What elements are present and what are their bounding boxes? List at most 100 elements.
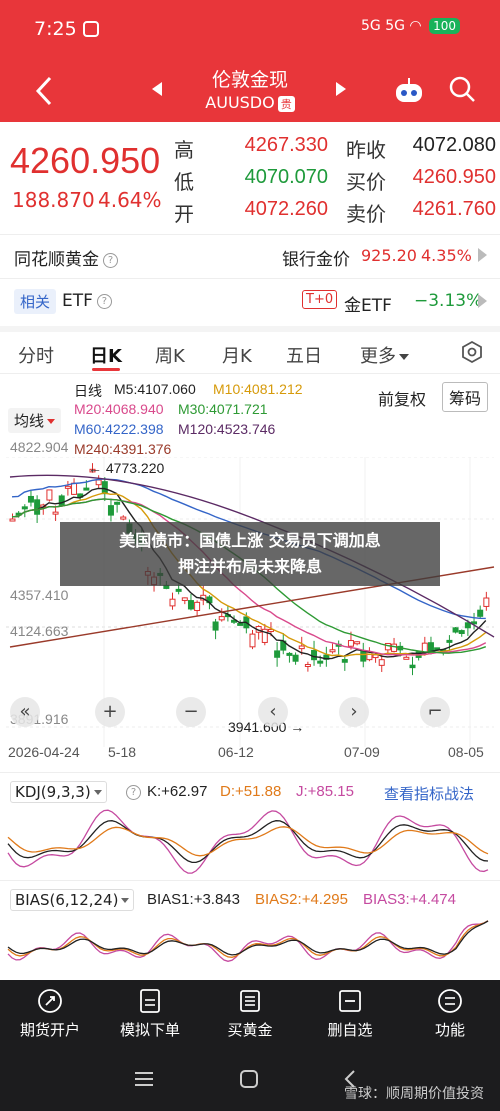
status-bar: 7:25 5G 5G ◠ 100 [0, 0, 500, 60]
tab-intraday[interactable]: 分时 [18, 342, 54, 368]
info-icon[interactable]: ? [103, 252, 118, 268]
price-change-pct: 4.64% [98, 188, 162, 212]
nav-buy-gold[interactable]: 买黄金 [200, 988, 300, 1040]
legend-ma120: M120:4523.746 [178, 421, 276, 437]
candle [181, 597, 188, 601]
candle [71, 482, 78, 495]
bank-gold-pct: 4.35% [421, 246, 472, 265]
zoom-in-icon[interactable]: + [95, 697, 125, 727]
candle [452, 627, 459, 633]
precious-tag: 贵 [277, 95, 295, 112]
nav-remove-watchlist[interactable]: 删自选 [300, 988, 400, 1040]
active-tab-indicator [92, 368, 120, 371]
kdj-plot [7, 809, 489, 874]
candle [83, 487, 90, 491]
signal-icon: 5G 5G [361, 18, 405, 34]
y-tick: 4822.904 [10, 439, 69, 455]
nav-futures-account[interactable]: 期货开户 [0, 988, 100, 1040]
etf-label: ETF? [62, 291, 112, 311]
kdj-k: K:+62.97 [147, 783, 208, 800]
bias-line [7, 920, 489, 962]
nav-functions[interactable]: 功能 [400, 988, 500, 1040]
settings-hex-icon[interactable] [460, 340, 484, 364]
prev-icon[interactable]: ‹ [258, 697, 288, 727]
zoom-out-icon[interactable]: − [176, 697, 206, 727]
chevron-down-icon [47, 419, 56, 424]
candle [175, 588, 182, 592]
candle [286, 652, 293, 656]
bid-label: 买价 [346, 170, 386, 194]
candle [347, 640, 354, 647]
ths-gold-row[interactable]: 同花顺黄金? 银行金价 925.20 4.35% [0, 236, 500, 276]
bank-gold-price: 925.20 [361, 246, 417, 265]
nav-sim-order[interactable]: 模拟下单 [100, 988, 200, 1040]
adjust-mode[interactable]: 前复权 [378, 386, 426, 410]
candle [384, 642, 391, 651]
bias-selector[interactable]: BIAS(6,12,24) [10, 889, 135, 911]
recents-icon[interactable] [133, 1068, 155, 1090]
prev-close-label: 昨收 [346, 138, 386, 162]
candle [464, 622, 471, 629]
candle [58, 495, 65, 507]
divider [0, 278, 500, 279]
candle [446, 639, 453, 643]
tab-five-day[interactable]: 五日 [286, 342, 322, 368]
candle [403, 656, 410, 660]
kdj-selector[interactable]: KDJ(9,3,3) [10, 781, 107, 803]
candle [409, 664, 416, 669]
bias-1: BIAS1:+3.843 [147, 891, 240, 908]
info-icon[interactable]: ? [126, 785, 141, 800]
related-tag: 相关 [14, 289, 57, 314]
chevron-right-icon [478, 294, 487, 308]
kdj-line [7, 820, 489, 864]
wifi-icon: ◠ [409, 18, 422, 34]
candle [317, 660, 324, 664]
x-tick: 5-18 [108, 744, 137, 760]
high-label: 高 [174, 138, 194, 162]
sim-order-icon [140, 989, 160, 1013]
ask-value: 4261.760 [412, 198, 496, 220]
candle [421, 642, 428, 653]
chevron-down-icon [399, 354, 409, 360]
divider [0, 234, 500, 235]
gold-etf-pct: −3.13% [414, 291, 483, 311]
status-time: 7:25 [34, 18, 77, 40]
bias-panel: BIAS(6,12,24) BIAS1:+3.843 BIAS2:+4.295 … [0, 880, 500, 980]
candle [34, 499, 41, 515]
candle [21, 506, 28, 510]
robot-assistant-icon[interactable] [393, 76, 425, 106]
high-annotation: ← 4773.220 [88, 460, 165, 476]
info-icon[interactable]: ? [96, 293, 112, 309]
tab-monthly-k[interactable]: 月K [222, 342, 252, 368]
news-banner[interactable]: 美国债市：国债上涨 交易员下调加息 押注并布局未来降息 [60, 522, 440, 586]
candle [46, 489, 53, 501]
ma-selector[interactable]: 均线 [8, 408, 62, 433]
candle [341, 659, 348, 663]
scroll-left-icon[interactable]: « [10, 697, 40, 727]
next-symbol-icon[interactable] [336, 82, 346, 96]
fullscreen-icon[interactable]: ⌐ [420, 697, 450, 727]
t0-tag: T+0 [302, 290, 338, 309]
candle [114, 501, 121, 505]
candle [311, 649, 318, 661]
news-line-1: 美国债市：国债上涨 交易员下调加息 [119, 531, 381, 550]
related-etf-row[interactable]: 相关 ETF? T+0 金ETF −3.13% [0, 282, 500, 322]
candle [52, 511, 59, 515]
kdj-panel: KDJ(9,3,3) ? K:+62.97 D:+51.88 J:+85.15 … [0, 772, 500, 877]
tab-weekly-k[interactable]: 周K [155, 342, 185, 368]
quote-panel: 4260.950 188.870 4.64% 高 4267.330 低 4070… [0, 122, 500, 232]
symbol-code: AUUSDO [205, 93, 275, 112]
candle [360, 650, 367, 662]
chips-button[interactable]: 筹码 [442, 382, 489, 412]
next-icon[interactable]: › [339, 697, 369, 727]
candle [458, 630, 465, 634]
candle [9, 518, 16, 522]
tab-daily-k[interactable]: 日K [90, 342, 122, 368]
open-label: 开 [174, 202, 194, 226]
search-icon[interactable] [447, 74, 477, 104]
tab-more[interactable]: 更多 [360, 342, 409, 368]
home-icon[interactable] [238, 1068, 260, 1090]
kdj-j: J:+85.15 [296, 783, 354, 800]
indicator-strategy-link[interactable]: 查看指标战法 [384, 783, 474, 804]
candle [483, 597, 490, 607]
